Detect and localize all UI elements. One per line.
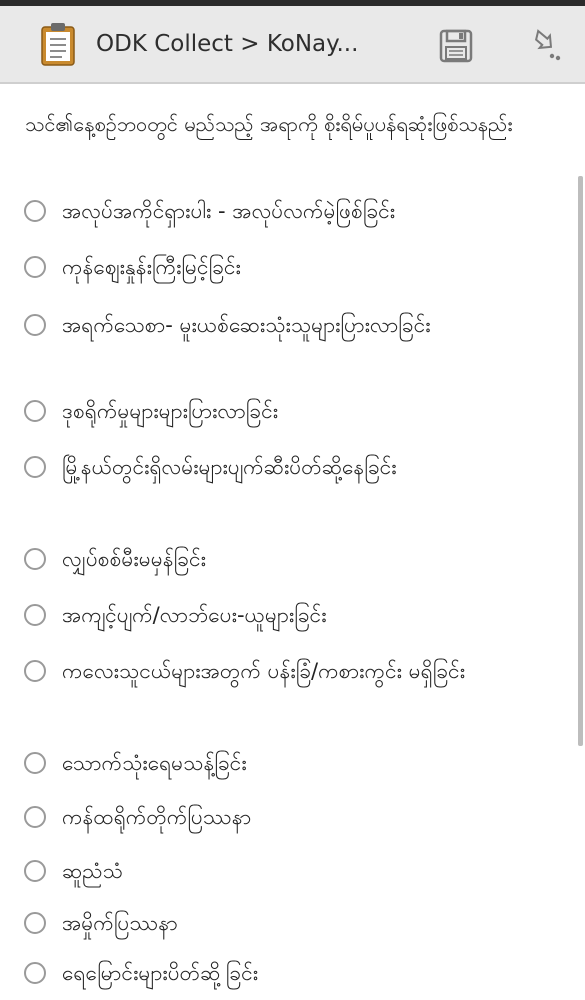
radio-button[interactable] <box>24 400 46 422</box>
option-label: ရေမြောင်းများပိတ်ဆို့ခြင်း <box>62 961 259 985</box>
option-row[interactable]: ဒုစရိုက်မှုများများပြားလာခြင်း <box>24 394 584 428</box>
option-label: လျှပ်စစ်မီးမမှန်ခြင်း <box>62 547 206 571</box>
option-label: အကျင့်ပျက်/လာဘ်ပေး-ယူများခြင်း <box>62 603 327 627</box>
radio-button[interactable] <box>24 256 46 278</box>
option-label: အလုပ်အကိုင်ရှားပါး - အလုပ်လက်မဲ့ဖြစ်ခြင်… <box>62 199 396 223</box>
radio-button[interactable] <box>24 200 46 222</box>
option-row[interactable]: အလုပ်အကိုင်ရှားပါး - အလုပ်လက်မဲ့ဖြစ်ခြင်… <box>24 194 584 228</box>
option-label: အမှိုက်ပြဿနာ <box>62 911 178 935</box>
option-row[interactable]: ကန်ထရိုက်တိုက်ပြဿနာ <box>24 800 584 834</box>
radio-button[interactable] <box>24 660 46 682</box>
option-label: ဒုစရိုက်မှုများများပြားလာခြင်း <box>62 399 279 423</box>
option-row[interactable]: ဆူညံသံ <box>24 854 584 888</box>
radio-button[interactable] <box>24 456 46 478</box>
go-to-prompt-button[interactable] <box>522 24 566 68</box>
option-row[interactable]: အရက်သေစာ- မူးယစ်ဆေးသုံးသူများပြားလာခြင်း <box>24 308 584 342</box>
app-title: ODK Collect > KoNay... <box>96 31 359 57</box>
question-label: သင်၏နေ့စဉ်ဘဝတွင် မည်သည့် အရာကို စိုးရိမ်… <box>25 112 513 136</box>
option-row[interactable]: ကလေးသူငယ်များအတွက် ပန်းခြံ/ကစားကွင်း မရှ… <box>24 654 584 688</box>
option-row[interactable]: ကုန်ဈေးနှုန်းကြီးမြင့်ခြင်း <box>24 250 584 284</box>
jump-arrow-icon <box>535 29 561 61</box>
save-button[interactable] <box>434 24 478 68</box>
option-label: ဆူညံသံ <box>62 859 123 883</box>
clipboard-icon[interactable] <box>40 22 76 66</box>
option-label: အရက်သေစာ- မူးယစ်ဆေးသုံးသူများပြားလာခြင်း <box>62 313 431 337</box>
radio-button[interactable] <box>24 548 46 570</box>
app-window: ODK Collect > KoNay... သင်၏နေ့စဉ်ဘဝတွင် … <box>0 0 585 1000</box>
radio-button[interactable] <box>24 752 46 774</box>
option-label: မြို့နယ်တွင်းရှိလမ်းများပျက်ဆီးပိတ်ဆို့န… <box>62 455 397 479</box>
option-row[interactable]: အမှိုက်ပြဿနာ <box>24 906 584 940</box>
option-row[interactable]: အကျင့်ပျက်/လာဘ်ပေး-ယူများခြင်း <box>24 598 584 632</box>
radio-button[interactable] <box>24 314 46 336</box>
radio-button[interactable] <box>24 806 46 828</box>
option-label: ကုန်ဈေးနှုန်းကြီးမြင့်ခြင်း <box>62 255 241 279</box>
action-bar: ODK Collect > KoNay... <box>0 6 585 84</box>
save-icon <box>439 29 473 63</box>
form-content[interactable]: သင်၏နေ့စဉ်ဘဝတွင် မည်သည့် အရာကို စိုးရိမ်… <box>0 86 585 1000</box>
option-row[interactable]: မြို့နယ်တွင်းရှိလမ်းများပျက်ဆီးပိတ်ဆို့န… <box>24 450 584 484</box>
option-label: ကလေးသူငယ်များအတွက် ပန်းခြံ/ကစားကွင်း မရှ… <box>62 659 466 683</box>
option-row[interactable]: သောက်သုံးရေမသန့်ခြင်း <box>24 746 584 780</box>
scrollbar[interactable] <box>578 176 583 746</box>
option-row[interactable]: လျှပ်စစ်မီးမမှန်ခြင်း <box>24 542 584 576</box>
radio-button[interactable] <box>24 962 46 984</box>
radio-button[interactable] <box>24 860 46 882</box>
radio-button[interactable] <box>24 604 46 626</box>
radio-button[interactable] <box>24 912 46 934</box>
option-label: ကန်ထရိုက်တိုက်ပြဿနာ <box>62 805 252 829</box>
option-row[interactable]: ရေမြောင်းများပိတ်ဆို့ခြင်း <box>24 956 584 990</box>
option-label: သောက်သုံးရေမသန့်ခြင်း <box>62 751 247 775</box>
